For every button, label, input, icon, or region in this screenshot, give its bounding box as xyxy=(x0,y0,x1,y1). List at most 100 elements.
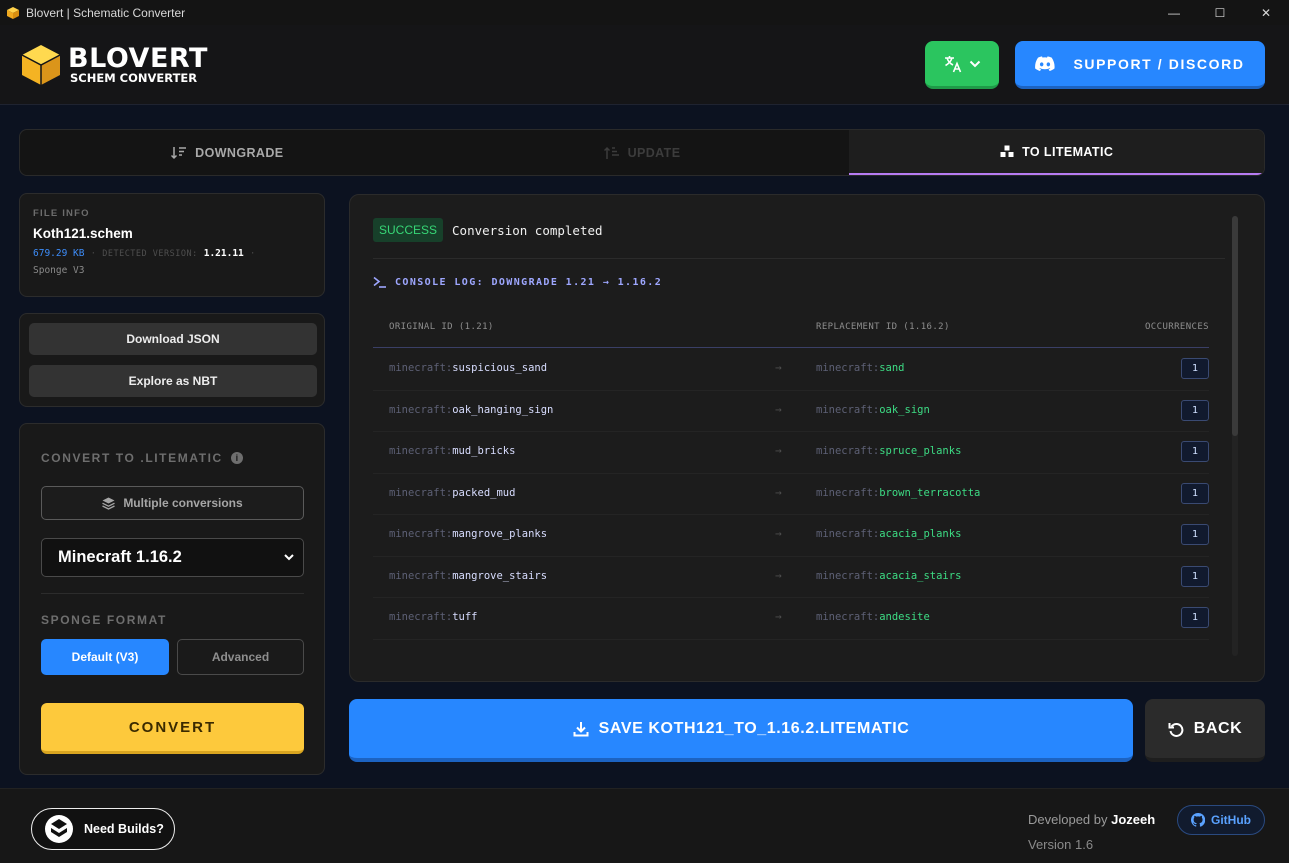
file-size: 679.29 KB xyxy=(33,248,85,259)
file-info-panel: FILE INFO Koth121.schem 679.29 KB · DETE… xyxy=(19,193,325,297)
meta-separator: · xyxy=(90,248,97,259)
language-button[interactable] xyxy=(925,41,999,89)
terminal-icon xyxy=(373,276,386,288)
occurrence-count: 1 xyxy=(1181,607,1209,628)
close-button[interactable]: ✕ xyxy=(1243,0,1289,25)
save-litematic-label: SAVE KOTH121_TO_1.16.2.LITEMATIC xyxy=(598,719,910,737)
download-json-button[interactable]: Download JSON xyxy=(29,323,317,355)
tab-update-label: UPDATE xyxy=(627,145,681,160)
support-discord-label: SUPPORT / DISCORD xyxy=(1073,55,1245,72)
sort-down-icon xyxy=(171,146,187,159)
table-row: minecraft:tuff → minecraft:andesite 1 xyxy=(373,598,1209,640)
format-advanced-button[interactable]: Advanced xyxy=(177,639,304,675)
app-cube-icon xyxy=(7,6,19,19)
multiple-conversions-button[interactable]: Multiple conversions xyxy=(41,486,304,520)
minimize-button[interactable]: — xyxy=(1151,0,1197,25)
layers-icon xyxy=(102,497,116,510)
file-actions-panel: Download JSON Explore as NBT xyxy=(19,313,325,407)
window-titlebar: Blovert | Schematic Converter — ☐ ✕ xyxy=(0,0,1289,25)
back-button[interactable]: BACK xyxy=(1145,699,1265,762)
multiple-conversions-label: Multiple conversions xyxy=(123,496,243,510)
occurrence-count: 1 xyxy=(1181,482,1209,504)
occurrence-count: 1 xyxy=(1181,565,1209,587)
github-label: GitHub xyxy=(1211,813,1251,827)
occurrence-count: 1 xyxy=(1181,524,1209,545)
replacement-id: minecraft:acacia_stairs xyxy=(816,569,962,582)
arrow-icon: → xyxy=(775,527,782,540)
window-title: Blovert | Schematic Converter xyxy=(26,5,186,20)
app-header: BLOVERT SCHEM CONVERTER SUPPORT / DISCOR… xyxy=(0,25,1289,105)
explore-nbt-button[interactable]: Explore as NBT xyxy=(29,365,317,397)
maximize-button[interactable]: ☐ xyxy=(1197,0,1243,25)
original-id: minecraft:tuff xyxy=(389,611,478,623)
chevron-down-icon xyxy=(969,60,981,67)
original-id: minecraft:oak_hanging_sign xyxy=(389,403,554,416)
original-id: minecraft:mangrove_planks xyxy=(389,528,548,540)
developed-by-label: Developed by xyxy=(1028,812,1108,827)
back-label: BACK xyxy=(1193,719,1243,737)
convert-title: CONVERT TO .LITEMATIC i xyxy=(41,451,243,465)
occurrence-count: 1 xyxy=(1181,399,1209,421)
tab-to-litematic[interactable]: TO LITEMATIC xyxy=(849,130,1264,175)
table-row: minecraft:oak_hanging_sign → minecraft:o… xyxy=(373,391,1209,432)
table-row: minecraft:mangrove_stairs → minecraft:ac… xyxy=(373,557,1209,598)
success-badge: SUCCESS xyxy=(373,218,444,242)
arrow-icon: → xyxy=(775,610,782,623)
download-icon xyxy=(573,721,589,736)
divider xyxy=(373,258,1225,259)
target-version-select[interactable]: Minecraft 1.16.2 xyxy=(41,538,304,577)
file-format: Sponge V3 xyxy=(33,265,85,276)
logo-cube-icon xyxy=(21,45,61,85)
occurrence-count: 1 xyxy=(1181,441,1209,462)
arrow-icon: → xyxy=(775,485,782,499)
col-replacement: REPLACEMENT ID (1.16.2) xyxy=(816,322,950,332)
detected-version-label: DETECTED VERSION: xyxy=(102,248,198,259)
convert-title-text: CONVERT TO .LITEMATIC xyxy=(41,451,223,465)
convert-button[interactable]: CONVERT xyxy=(41,703,304,754)
divider xyxy=(41,593,304,594)
file-info-label: FILE INFO xyxy=(33,208,90,219)
meta-separator: · xyxy=(249,248,256,259)
sponge-format-label: SPONGE FORMAT xyxy=(41,613,167,627)
need-builds-button[interactable]: Need Builds? xyxy=(31,808,175,850)
replacement-id: minecraft:andesite xyxy=(816,611,930,623)
col-occurrences: OCCURRENCES xyxy=(1144,322,1209,332)
logo-title: BLOVERT xyxy=(68,43,208,75)
replacement-id: minecraft:brown_terracotta xyxy=(816,486,981,499)
original-id: minecraft:mangrove_stairs xyxy=(389,569,548,582)
replacement-id: minecraft:acacia_planks xyxy=(816,528,962,540)
arrow-icon: → xyxy=(775,568,782,582)
github-button[interactable]: GitHub xyxy=(1177,805,1265,835)
developer-credit: Developed by Jozeeh xyxy=(1028,812,1155,827)
console-scrollbar[interactable] xyxy=(1232,216,1238,656)
replacement-id: minecraft:oak_sign xyxy=(816,403,930,416)
logo-subtitle: SCHEM CONVERTER xyxy=(70,71,198,86)
save-litematic-button[interactable]: SAVE KOTH121_TO_1.16.2.LITEMATIC xyxy=(349,699,1133,762)
footer: Need Builds? Developed by Jozeeh GitHub … xyxy=(0,788,1289,863)
developer-name: Jozeeh xyxy=(1111,812,1156,827)
tab-downgrade-label: DOWNGRADE xyxy=(195,145,284,160)
sort-up-icon xyxy=(603,146,619,159)
arrow-icon: → xyxy=(775,402,782,416)
replacement-id: minecraft:spruce_planks xyxy=(816,445,962,457)
occurrence-count: 1 xyxy=(1181,358,1209,379)
scrollbar-thumb[interactable] xyxy=(1232,216,1238,436)
original-id: minecraft:mud_bricks xyxy=(389,445,516,457)
translate-icon xyxy=(945,55,962,72)
table-header: ORIGINAL ID (1.21) REPLACEMENT ID (1.16.… xyxy=(373,320,1209,348)
app-version: Version 1.6 xyxy=(1028,837,1094,852)
logo: BLOVERT SCHEM CONVERTER xyxy=(20,43,208,87)
mode-tabs: DOWNGRADE UPDATE TO LITEMATIC xyxy=(19,129,1265,176)
undo-icon xyxy=(1168,722,1184,737)
tab-downgrade[interactable]: DOWNGRADE xyxy=(20,130,435,175)
format-default-button[interactable]: Default (V3) xyxy=(41,639,169,675)
console-log-title-text: CONSOLE LOG: DOWNGRADE 1.21 → 1.16.2 xyxy=(395,276,663,288)
cubes-icon xyxy=(1000,145,1014,157)
tab-to-litematic-label: TO LITEMATIC xyxy=(1022,144,1114,159)
console-log-title: CONSOLE LOG: DOWNGRADE 1.21 → 1.16.2 xyxy=(373,276,662,288)
arrow-icon: → xyxy=(775,444,782,457)
support-discord-button[interactable]: SUPPORT / DISCORD xyxy=(1015,41,1265,89)
tab-update[interactable]: UPDATE xyxy=(435,130,850,175)
info-icon[interactable]: i xyxy=(230,452,243,464)
discord-icon xyxy=(1035,56,1056,71)
